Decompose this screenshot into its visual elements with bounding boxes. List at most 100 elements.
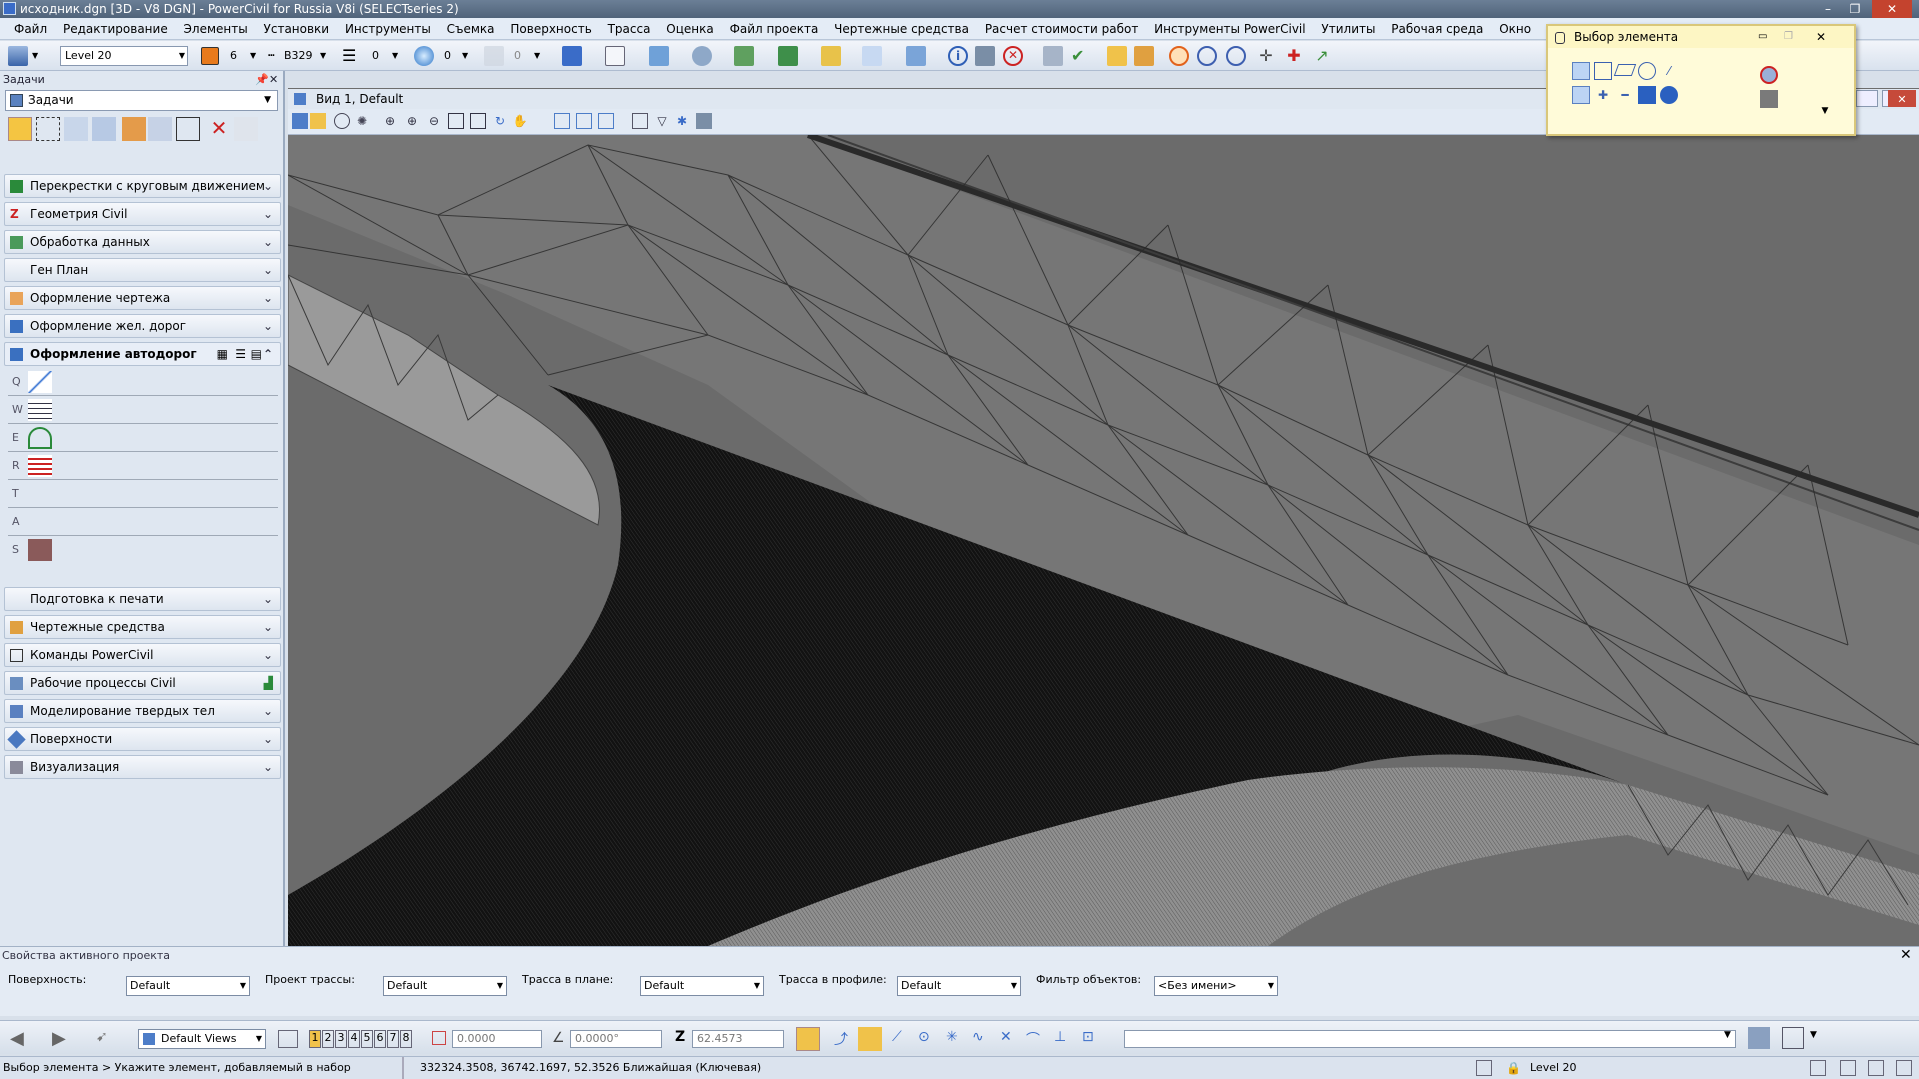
vertical-alignment-combo[interactable]: Default ▼ (897, 976, 1021, 996)
shape-select-icon[interactable] (1613, 64, 1637, 76)
angle-value-field[interactable]: 0.0000° (570, 1030, 662, 1048)
active-weight-value[interactable]: 0 (372, 46, 379, 66)
dropdown-arrow-icon[interactable]: ▼ (392, 46, 398, 66)
menu-tools[interactable]: Инструменты (339, 18, 437, 40)
image-icon[interactable] (734, 46, 754, 66)
layer-icon[interactable] (778, 46, 798, 66)
road-tool-row[interactable]: T (8, 480, 278, 508)
active-linestyle-value[interactable]: B329 (284, 46, 313, 66)
section-data-processing[interactable]: Обработка данных ⌄ (4, 230, 281, 254)
keypoint-snap-icon[interactable]: ⤴ (834, 1029, 848, 1049)
view-4-button[interactable]: 4 (348, 1030, 360, 1048)
terrain-mesh-view[interactable] (288, 135, 1919, 946)
list-view-icon[interactable]: ☰ (235, 343, 246, 365)
chevron-down-icon[interactable]: ▼ (1724, 1030, 1731, 1040)
section-railway-design[interactable]: Оформление жел. дорог ⌄ (4, 314, 281, 338)
pointer-icon[interactable] (1760, 90, 1778, 108)
transparency-icon[interactable] (414, 46, 434, 66)
menu-edit[interactable]: Редактирование (57, 18, 174, 40)
measure-icon[interactable] (975, 46, 995, 66)
raster-icon[interactable] (692, 46, 712, 66)
saved-views-combo[interactable]: Default Views ▼ (138, 1029, 266, 1049)
delete-icon[interactable]: ✕ (207, 117, 231, 141)
minimize-button[interactable]: – (1816, 0, 1840, 18)
invert-selection-icon[interactable] (1638, 86, 1656, 104)
menu-settings[interactable]: Установки (258, 18, 336, 40)
accudraw-icon[interactable] (1169, 46, 1189, 66)
select-tool-icon[interactable] (1107, 46, 1127, 66)
z-value-field[interactable]: 62.4573 (692, 1030, 784, 1048)
surface-combo[interactable]: Default ▼ (126, 976, 250, 996)
view-rotate-icon[interactable] (562, 46, 582, 66)
clip-volume-icon[interactable] (632, 113, 648, 129)
status-file-icon[interactable] (1810, 1060, 1826, 1076)
pin-icon[interactable]: 📌 (255, 71, 269, 89)
close-icon[interactable]: ✕ (1900, 947, 1912, 963)
window-area-icon[interactable] (448, 113, 464, 129)
line-weight-icon[interactable]: ☰ (342, 46, 356, 66)
element-selection-icon[interactable] (8, 117, 32, 141)
section-drawing-tools[interactable]: Чертежные средства ⌄ (4, 615, 281, 639)
section-site-plan[interactable]: Ген План ⌄ (4, 258, 281, 282)
active-color-value[interactable]: 6 (230, 46, 237, 66)
new-selection-icon[interactable] (1572, 86, 1590, 104)
lock-icon[interactable]: 🔒 (1506, 1057, 1521, 1079)
dialog-close-button[interactable]: ✕ (1816, 26, 1826, 48)
road-tool-row[interactable]: S (8, 536, 278, 564)
section-roundabouts[interactable]: Перекрестки с круговым движением ⌄ (4, 174, 281, 198)
pan-icon[interactable]: ✋ (512, 113, 528, 129)
section-surfaces[interactable]: Поверхности ⌄ (4, 727, 281, 751)
gear-icon[interactable] (1043, 46, 1063, 66)
detail-view-icon[interactable]: ▤ (251, 343, 262, 365)
object-filter-combo[interactable]: <Без имени> ▼ (1154, 976, 1278, 996)
transparency-value[interactable]: 0 (444, 46, 451, 66)
view-7-button[interactable]: 7 (387, 1030, 399, 1048)
snap-settings-icon[interactable]: ⊡ (1082, 1029, 1094, 1045)
forward-arrow-icon[interactable]: ▶ (52, 1028, 66, 1049)
x-value-field[interactable]: 0.0000 (452, 1030, 542, 1048)
road-tool-row[interactable]: Q (8, 368, 278, 396)
snap-icon[interactable] (862, 46, 882, 66)
view-8-button[interactable]: 8 (400, 1030, 412, 1048)
mirror-icon[interactable] (148, 117, 172, 141)
zoom-in-icon[interactable]: ⊕ (382, 113, 398, 129)
status-settings-icon[interactable] (1896, 1060, 1912, 1076)
section-civil-workflows[interactable]: Рабочие процессы Civil ▟ (4, 671, 281, 695)
priority-value[interactable]: 0 (514, 46, 521, 66)
nearest-snap-icon[interactable] (858, 1027, 882, 1051)
camera-icon[interactable] (598, 113, 614, 129)
road-tool-row[interactable]: A (8, 508, 278, 536)
menu-project-file[interactable]: Файл проекта (724, 18, 825, 40)
filter-icon[interactable]: ▽ (654, 113, 670, 129)
road-tool-row[interactable]: W (8, 396, 278, 424)
status-save-icon[interactable] (1476, 1060, 1492, 1076)
view-1-button[interactable]: 1 (309, 1030, 321, 1048)
display-style-icon[interactable] (310, 113, 326, 129)
update-view-icon[interactable] (334, 113, 350, 129)
stack-icon[interactable] (821, 46, 841, 66)
fence-icon[interactable] (36, 117, 60, 141)
transform-icon[interactable] (906, 46, 926, 66)
reference-icon[interactable] (649, 46, 669, 66)
back-arrow-icon[interactable]: ◀ (10, 1028, 24, 1049)
crosshair-icon[interactable]: ✛ (1256, 46, 1276, 66)
line-select-icon[interactable]: ⁄ (1660, 62, 1678, 80)
key-in-field[interactable] (1124, 1030, 1736, 1048)
dropdown-arrow-icon[interactable]: ▼ (1810, 1030, 1817, 1040)
ring-icon[interactable] (1226, 46, 1246, 66)
menu-cost-estimate[interactable]: Расчет стоимости работ (979, 18, 1145, 40)
menu-workspace[interactable]: Рабочая среда (1385, 18, 1489, 40)
menu-powercivil-tools[interactable]: Инструменты PowerCivil (1148, 18, 1311, 40)
section-road-design[interactable]: Оформление автодорог ▦ ☰ ▤ ⌃ (4, 342, 281, 366)
active-level-combo[interactable]: Level 20 ▼ (60, 46, 188, 66)
view-close-button[interactable]: ✕ (1888, 90, 1916, 107)
tangent-snap-icon[interactable]: ⌒ (1026, 1029, 1040, 1049)
circle-select-icon[interactable] (1638, 62, 1656, 80)
view-5-button[interactable]: 5 (361, 1030, 373, 1048)
horizontal-alignment-combo[interactable]: Default ▼ (640, 976, 764, 996)
copy-icon[interactable] (122, 117, 146, 141)
bisector-snap-icon[interactable]: ∿ (972, 1029, 984, 1045)
section-civil-geometry[interactable]: Z Геометрия Civil ⌄ (4, 202, 281, 226)
section-drawing-design[interactable]: Оформление чертежа ⌄ (4, 286, 281, 310)
walk-icon[interactable]: ✱ (674, 113, 690, 129)
